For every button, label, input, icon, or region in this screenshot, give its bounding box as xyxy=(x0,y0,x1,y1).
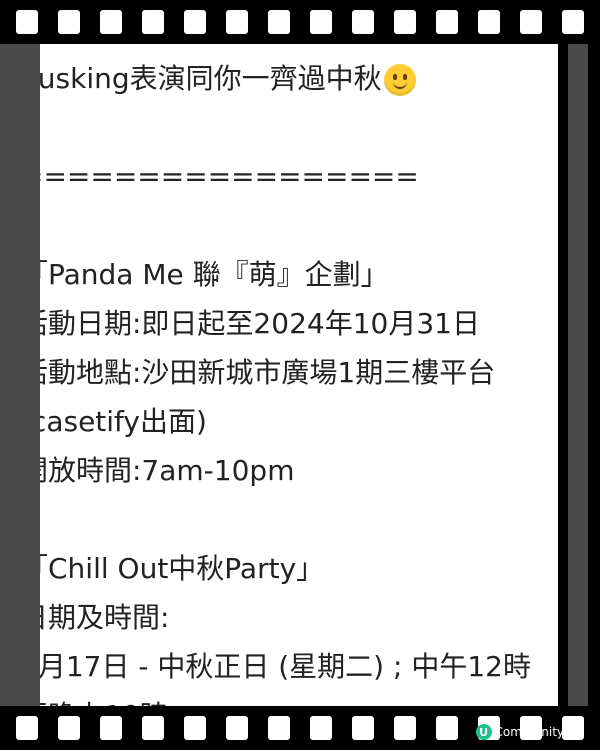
event-date-time-end: 至晚上10時 xyxy=(20,691,600,706)
sprocket-hole xyxy=(58,10,80,34)
sprocket-hole xyxy=(142,716,164,740)
film-side-left xyxy=(0,44,40,706)
sprocket-hole xyxy=(226,10,248,34)
event-location-note: (casetify出面) xyxy=(20,405,207,438)
sprocket-hole xyxy=(100,716,122,740)
event-location: 活動地點:沙田新城市廣場1期三樓平台 xyxy=(20,356,496,389)
sprocket-hole xyxy=(352,716,374,740)
sprocket-hole xyxy=(226,716,248,740)
sprocket-hole xyxy=(268,716,290,740)
sprocket-hole xyxy=(562,10,584,34)
sprocket-hole xyxy=(16,10,38,34)
sprocket-hole xyxy=(184,716,206,740)
sprocket-hole xyxy=(310,716,332,740)
sprocket-hole xyxy=(58,716,80,740)
event-opening-hours: 開放時間:7am-10pm xyxy=(20,454,295,487)
post-text: busking表演同你一齊過中秋 ================= 「Pand… xyxy=(20,54,600,706)
event-date: 活動日期:即日起至2024年10月31日 xyxy=(20,307,480,340)
sprocket-hole xyxy=(394,716,416,740)
sprocket-hole xyxy=(436,716,458,740)
sprocket-hole xyxy=(436,10,458,34)
sprocket-hole xyxy=(268,10,290,34)
sprocket-hole xyxy=(478,10,500,34)
event-title-chill: 「Chill Out中秋Party」 xyxy=(20,552,325,585)
photo-content: busking表演同你一齊過中秋 ================= 「Pand… xyxy=(0,44,600,706)
busking-text: busking表演同你一齊過中秋 xyxy=(20,62,382,95)
event-date-time: 9月17日 - 中秋正日 (星期二) ; 中午12時 xyxy=(20,650,531,683)
sprocket-hole xyxy=(394,10,416,34)
watermark-text: Community xyxy=(494,725,564,739)
sprocket-hole xyxy=(520,10,542,34)
film-strip-top xyxy=(0,0,600,44)
event-title-panda: 「Panda Me 聯『萌』企劃」 xyxy=(20,258,389,291)
smiley-emoji-icon xyxy=(383,64,416,96)
event-date-time-label: 日期及時間: xyxy=(20,601,170,634)
sprocket-hole xyxy=(100,10,122,34)
sprocket-hole xyxy=(310,10,332,34)
sprocket-hole xyxy=(352,10,374,34)
film-side-right xyxy=(558,44,600,706)
sprocket-hole xyxy=(562,716,584,740)
u-logo-icon: U xyxy=(475,724,492,740)
sprocket-hole xyxy=(184,10,206,34)
sprocket-hole xyxy=(142,10,164,34)
community-watermark: U Community xyxy=(475,724,564,740)
text-line-busking: busking表演同你一齊過中秋 xyxy=(20,54,600,103)
sprocket-hole xyxy=(16,716,38,740)
divider-line: ================= xyxy=(20,160,419,193)
